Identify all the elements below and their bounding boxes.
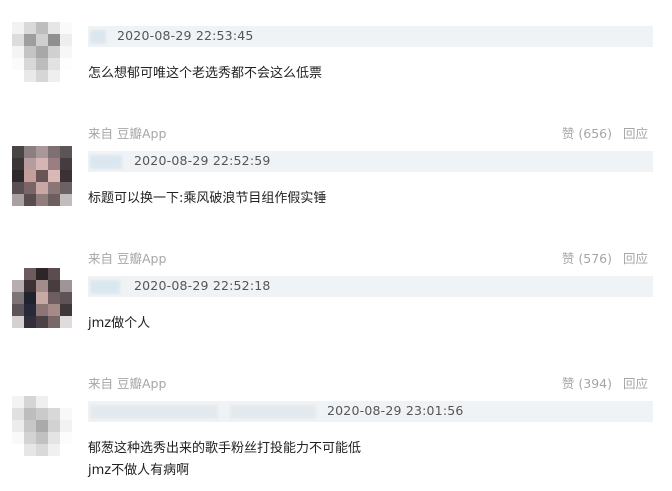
comment-header: 2020-08-29 22:53:45 <box>88 26 653 47</box>
username[interactable] <box>90 155 122 169</box>
source-label: 来自 豆瓣App <box>88 251 167 266</box>
avatar[interactable] <box>12 396 72 456</box>
comment-timestamp: 2020-08-29 22:52:59 <box>134 153 271 168</box>
like-button[interactable]: 赞 (394) <box>562 373 612 392</box>
like-button[interactable]: 赞 (576) <box>562 248 612 267</box>
username[interactable] <box>90 280 120 294</box>
username-blur-segment <box>230 405 316 419</box>
comment-text: 怎么想郁可唯这个老选秀都不会这么低票 <box>88 63 322 85</box>
reply-button[interactable]: 回应 <box>623 123 648 142</box>
comment-timestamp: 2020-08-29 22:53:45 <box>117 28 254 43</box>
username[interactable] <box>90 30 106 44</box>
comment-header: 2020-08-29 22:52:18 <box>88 276 653 297</box>
avatar[interactable] <box>12 268 72 328</box>
like-button[interactable]: 赞 (656) <box>562 123 612 142</box>
comment-timestamp: 2020-08-29 23:01:56 <box>327 403 464 418</box>
comment-text-line: 怎么想郁可唯这个老选秀都不会这么低票 <box>88 66 323 81</box>
comment-meta: 来自 豆瓣App 赞 (394) 回应 <box>88 373 648 391</box>
source-label: 来自 豆瓣App <box>88 126 167 141</box>
comment-text-line: jmz不做人有病啊 <box>88 463 190 478</box>
comment-timestamp: 2020-08-29 22:52:18 <box>134 278 271 293</box>
comment-text-line: 郁葱这种选秀出来的歌手粉丝打投能力不可能低 <box>88 441 362 456</box>
reply-button[interactable]: 回应 <box>623 248 648 267</box>
comment-text: 标题可以换一下:乘风破浪节目组作假实锤 <box>88 188 326 210</box>
comment-meta: 来自 豆瓣App 赞 (656) 回应 <box>88 123 648 141</box>
comment-header: 2020-08-29 23:01:56 <box>88 401 653 422</box>
reply-button[interactable]: 回应 <box>623 373 648 392</box>
username[interactable] <box>90 405 218 419</box>
comment-text: 郁葱这种选秀出来的歌手粉丝打投能力不可能低 jmz不做人有病啊 <box>88 438 361 482</box>
comment-text-line: 标题可以换一下:乘风破浪节目组作假实锤 <box>88 191 327 206</box>
source-label: 来自 豆瓣App <box>88 376 167 391</box>
avatar[interactable] <box>12 22 72 82</box>
comment-meta: 来自 豆瓣App 赞 (576) 回应 <box>88 248 648 266</box>
avatar[interactable] <box>12 146 72 206</box>
comment-header: 2020-08-29 22:52:59 <box>88 151 653 172</box>
comment-text-line: jmz做个人 <box>88 316 151 331</box>
comment-text: jmz做个人 <box>88 313 150 335</box>
